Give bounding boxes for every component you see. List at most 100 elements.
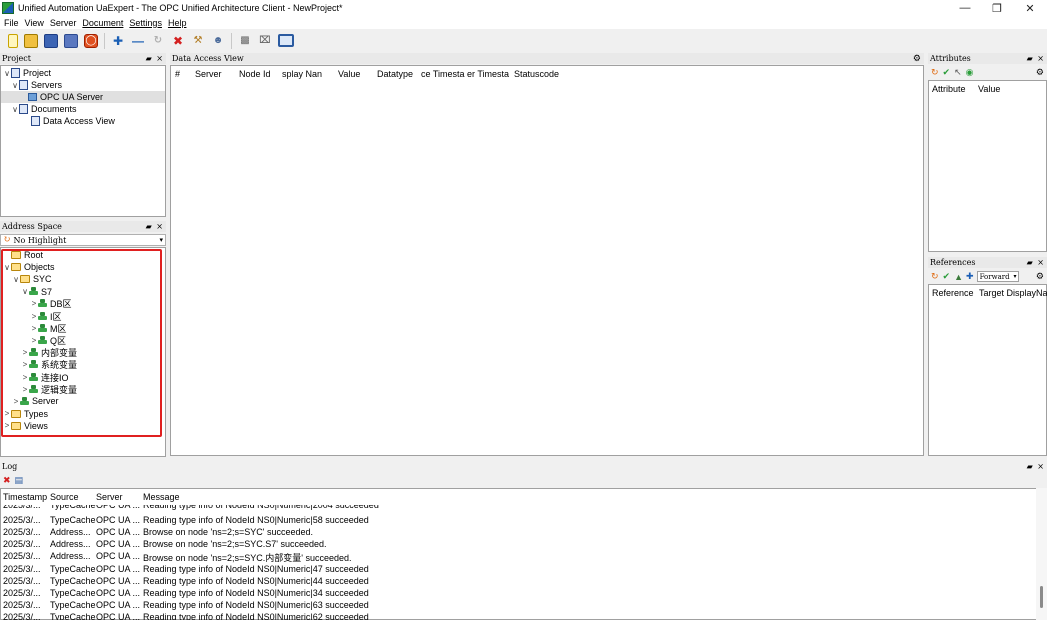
chevron-right-icon[interactable]: > [12,397,20,406]
chevron-right-icon[interactable]: > [30,324,38,333]
chevron-down-icon[interactable]: ▾ [1014,273,1017,280]
chevron-down-icon[interactable]: ∨ [12,275,20,284]
reconnect-icon[interactable]: ↻ [151,34,165,48]
address-space-item[interactable]: > DB区 [30,298,72,310]
address-space-item[interactable]: > 连接IO [21,371,69,383]
log-row[interactable]: 2025/3/... TypeCache OPC UA ... Reading typ… [1,600,1035,612]
address-space-item[interactable]: > I区 [30,310,62,322]
close-view-icon[interactable]: ⚙ [913,54,922,64]
menu-view[interactable]: View [25,18,44,28]
save-as-icon[interactable] [64,33,78,48]
log-row[interactable]: 2025/3/... TypeCache OPC UA ... Reading typ… [1,588,1035,600]
document-add-icon[interactable]: ▩ [238,34,252,48]
tree-item-servers[interactable]: ∨ Servers [11,79,62,91]
address-space-item[interactable]: ∨ SYC [12,273,51,285]
chevron-right-icon[interactable]: > [3,421,11,430]
column-header-attribute[interactable]: Attribute [932,84,966,94]
address-space-item[interactable]: > M区 [30,322,67,334]
log-scrollbar[interactable] [1036,488,1047,620]
settings-icon[interactable]: ⚙ [1036,271,1044,282]
check-icon[interactable]: ✔ [943,67,951,78]
log-row[interactable]: 2025/3/... TypeCache OPC UA ... Reading typ… [1,505,1035,512]
direction-select[interactable]: Forward ▾ [976,271,1019,282]
column-header-server[interactable]: Server [195,69,235,79]
column-header-display-name[interactable]: splay Nan [282,69,326,79]
menu-help[interactable]: Help [168,18,187,28]
address-space-item[interactable]: ∨ S7 [21,286,52,298]
menu-document[interactable]: Document [82,18,123,28]
address-space-item[interactable]: > 内部变量 [21,347,77,359]
log-row[interactable]: 2025/3/... TypeCache OPC UA ... Reading typ… [1,564,1035,576]
remove-server-icon[interactable]: — [131,34,145,48]
log-scrollbar-thumb[interactable] [1040,586,1043,608]
address-space-item[interactable]: > Q区 [30,334,66,346]
user-icon[interactable]: ☻ [211,34,225,48]
clear-log-icon[interactable]: ✖ [3,475,11,486]
panel-controls-icon[interactable]: ▰ × [146,222,164,231]
log-row[interactable]: 2025/3/... Address... OPC UA ... Browse on … [1,527,1035,539]
minimize-button[interactable]: — [948,0,982,16]
address-space-item[interactable]: > 系统变量 [21,359,77,371]
panel-controls-icon[interactable]: ▰ × [1027,462,1045,471]
open-project-icon[interactable] [24,33,38,48]
window-icon[interactable] [278,34,294,47]
tree-item-data-access-view[interactable]: Data Access View [31,115,115,127]
address-space-item[interactable]: > Types [3,408,48,420]
column-header-statuscode[interactable]: Statuscode [514,69,564,79]
column-header-value[interactable]: Value [978,84,1000,94]
chevron-down-icon[interactable]: ∨ [11,105,19,114]
add-icon[interactable]: ✚ [966,271,974,282]
column-header-reference[interactable]: Reference [932,288,974,298]
chevron-right-icon[interactable]: > [30,312,38,321]
column-header-server[interactable]: Server [96,492,123,502]
panel-controls-icon[interactable]: ▰ × [146,54,164,63]
save-project-icon[interactable] [44,33,58,48]
settings-icon[interactable]: ⚙ [1036,67,1044,78]
refresh-icon[interactable]: ↻ [931,271,939,282]
tree-item-opc-ua-server[interactable]: OPC UA Server [1,91,165,103]
log-row[interactable]: 2025/3/... Address... OPC UA ... Browse on … [1,551,1035,563]
address-space-item[interactable]: Root [3,249,43,261]
save-log-icon[interactable]: ▤ [15,475,24,486]
address-space-item[interactable]: ∨ Objects [3,261,54,273]
column-header-target-display-name[interactable]: Target DisplayNa [979,288,1047,298]
disconnect-icon[interactable]: ✖ [171,34,185,48]
highlight-select[interactable]: ↻ No Highlight ▾ [0,234,166,246]
chevron-right-icon[interactable]: > [21,348,29,357]
chevron-right-icon[interactable]: > [30,336,38,345]
refresh-icon[interactable]: ↻ [931,67,939,78]
log-row[interactable]: 2025/3/... TypeCache OPC UA ... Reading typ… [1,515,1035,527]
chevron-down-icon[interactable]: ∨ [21,287,29,296]
panel-controls-icon[interactable]: ▰ × [1027,258,1045,267]
tree-item-project[interactable]: ∨ Project [3,67,51,79]
chevron-down-icon[interactable]: ∨ [3,69,11,78]
column-header-node-id[interactable]: Node Id [239,69,279,79]
column-header-datatype[interactable]: Datatype [377,69,419,79]
column-header-value[interactable]: Value [338,69,368,79]
log-row[interactable]: 2025/3/... TypeCache OPC UA ... Reading typ… [1,612,1035,620]
stop-icon[interactable]: ◯ [84,33,98,48]
node-icon[interactable]: ▲ [954,272,963,282]
panel-controls-icon[interactable]: ▰ × [1027,54,1045,63]
column-header-source-timestamp[interactable]: ce Timesta [421,69,465,79]
log-row[interactable]: 2025/3/... TypeCache OPC UA ... Reading typ… [1,576,1035,588]
close-button[interactable]: ✕ [1013,0,1047,16]
column-header-source[interactable]: Source [50,492,79,502]
menu-settings[interactable]: Settings [129,18,162,28]
address-space-item[interactable]: > Views [3,420,48,432]
log-row[interactable]: 2025/3/... Address... OPC UA ... Browse on … [1,539,1035,551]
check-icon[interactable]: ✔ [943,271,951,282]
column-header-timestamp[interactable]: Timestamp [3,492,47,502]
chevron-right-icon[interactable]: > [3,409,11,418]
settings-wrench-icon[interactable]: ⚒ [191,34,205,48]
chevron-down-icon[interactable]: ∨ [3,263,11,272]
add-server-icon[interactable]: ✚ [111,34,125,48]
chevron-right-icon[interactable]: > [21,373,29,382]
refresh-icon[interactable]: ↻ [3,235,11,245]
chevron-down-icon[interactable]: ▾ [159,236,163,244]
cursor-icon[interactable]: ↖ [954,67,962,78]
maximize-button[interactable]: ❐ [980,0,1014,16]
menu-server[interactable]: Server [50,18,77,28]
column-header-index[interactable]: # [175,69,185,79]
status-dot-icon[interactable]: ◉ [966,67,974,78]
